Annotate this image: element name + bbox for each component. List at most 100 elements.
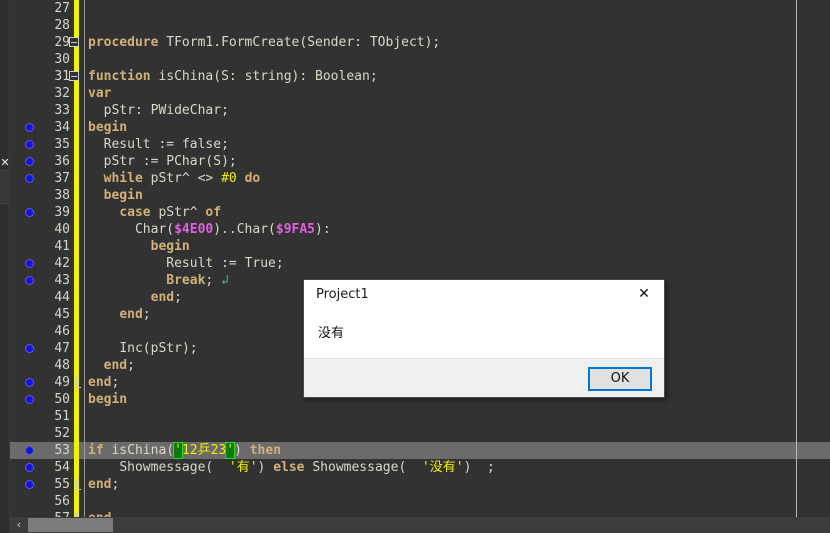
code-line[interactable]: 29procedure TForm1.FormCreate(Sender: TO… [10, 34, 830, 51]
gutter-separator [84, 510, 85, 517]
gutter-separator [84, 425, 85, 442]
modified-line-marker [74, 459, 79, 476]
code-lines-container: 272829procedure TForm1.FormCreate(Sender… [10, 0, 830, 517]
close-icon[interactable]: ✕ [0, 156, 10, 170]
code-line[interactable]: 51 [10, 408, 830, 425]
fold-end-icon [76, 478, 81, 490]
code-line[interactable]: 40 Char($4E00)..Char($9FA5): [10, 221, 830, 238]
line-number: 33 [38, 102, 70, 119]
gutter-separator [84, 323, 85, 340]
code-line[interactable]: 54 Showmessage( '有') else Showmessage( '… [10, 459, 830, 476]
code-line[interactable]: 27 [10, 0, 830, 17]
code-text: end. [88, 510, 119, 517]
breakpoint-dot-icon[interactable] [26, 124, 33, 131]
dialog-title: Project1 [316, 287, 369, 302]
code-line[interactable]: 30 [10, 51, 830, 68]
code-line[interactable]: 52 [10, 425, 830, 442]
breakpoint-dot-icon[interactable] [26, 481, 33, 488]
modified-line-marker [74, 442, 79, 459]
fold-collapse-icon[interactable] [69, 37, 79, 47]
close-icon[interactable]: ✕ [624, 280, 664, 308]
breakpoint-dot-icon[interactable] [26, 260, 33, 267]
code-text: Char($4E00)..Char($9FA5): [88, 221, 331, 238]
left-dock-strip: ✕ [0, 0, 10, 533]
breakpoint-dot-icon[interactable] [26, 447, 33, 454]
code-editor[interactable]: 272829procedure TForm1.FormCreate(Sender… [10, 0, 830, 517]
modified-line-marker [74, 306, 79, 323]
dock-panel-stub[interactable] [0, 170, 10, 204]
code-line[interactable]: 35 Result := false; [10, 136, 830, 153]
horizontal-scrollbar[interactable]: ‹ [10, 517, 830, 533]
dialog-body: 没有 [304, 308, 664, 358]
gutter-separator [84, 442, 85, 459]
code-text: begin [88, 187, 143, 204]
line-number: 35 [38, 136, 70, 153]
code-text: Inc(pStr); [88, 340, 198, 357]
code-text: Result := True; [88, 255, 284, 272]
code-line[interactable]: 37 while pStr^ <> #0 do [10, 170, 830, 187]
modified-line-marker [74, 272, 79, 289]
breakpoint-dot-icon[interactable] [26, 141, 33, 148]
code-line[interactable]: 36 pStr := PChar(S); [10, 153, 830, 170]
gutter-separator [84, 17, 85, 34]
breakpoint-dot-icon[interactable] [26, 345, 33, 352]
scroll-left-arrow-icon[interactable]: ‹ [12, 517, 26, 533]
right-margin-guide [796, 0, 797, 517]
line-number: 37 [38, 170, 70, 187]
gutter-separator [84, 0, 85, 17]
message-dialog[interactable]: Project1 ✕ 没有 OK [303, 279, 665, 398]
line-number: 30 [38, 51, 70, 68]
gutter-separator [84, 136, 85, 153]
breakpoint-dot-icon[interactable] [26, 158, 33, 165]
gutter-separator [84, 68, 85, 85]
code-line[interactable]: 53if isChina('12乒23') then [10, 442, 830, 459]
code-text: end; [88, 476, 119, 493]
modified-line-marker [74, 153, 79, 170]
breakpoint-dot-icon[interactable] [26, 209, 33, 216]
gutter-separator [84, 476, 85, 493]
code-line[interactable]: 31function isChina(S: string): Boolean; [10, 68, 830, 85]
gutter-separator [84, 340, 85, 357]
code-line[interactable]: 39 case pStr^ of [10, 204, 830, 221]
breakpoint-dot-icon[interactable] [26, 175, 33, 182]
breakpoint-dot-icon[interactable] [26, 464, 33, 471]
code-line[interactable]: 32var [10, 85, 830, 102]
code-line[interactable]: 33 pStr: PWideChar; [10, 102, 830, 119]
gutter-separator [84, 238, 85, 255]
code-text: pStr := PChar(S); [88, 153, 237, 170]
application-window: ✕ 272829procedure TForm1.FormCreate(Send… [0, 0, 830, 533]
code-line[interactable]: 42 Result := True; [10, 255, 830, 272]
dialog-footer: OK [304, 358, 664, 397]
gutter-separator [84, 51, 85, 68]
line-number: 55 [38, 476, 70, 493]
code-line[interactable]: 55 end; [10, 476, 830, 493]
code-line[interactable]: 34begin [10, 119, 830, 136]
breakpoint-dot-icon[interactable] [26, 396, 33, 403]
scrollbar-thumb[interactable] [28, 518, 113, 532]
gutter-separator [84, 306, 85, 323]
modified-line-marker [74, 391, 79, 408]
modified-line-marker [74, 238, 79, 255]
code-line[interactable]: 28 [10, 17, 830, 34]
gutter-separator [84, 85, 85, 102]
code-line[interactable]: 57end. [10, 510, 830, 517]
code-line[interactable]: 41 begin [10, 238, 830, 255]
breakpoint-dot-icon[interactable] [26, 277, 33, 284]
ok-button[interactable]: OK [588, 367, 652, 391]
line-number: 48 [38, 357, 70, 374]
code-text: Showmessage( '有') else Showmessage( '没有'… [88, 459, 495, 476]
breakpoint-dot-icon[interactable] [26, 379, 33, 386]
code-line[interactable]: 56 [10, 493, 830, 510]
gutter-separator [84, 357, 85, 374]
gutter-separator [84, 374, 85, 391]
gutter-separator [84, 153, 85, 170]
code-text: case pStr^ of [88, 204, 221, 221]
line-number: 39 [38, 204, 70, 221]
modified-line-marker [74, 289, 79, 306]
code-line[interactable]: 38 begin [10, 187, 830, 204]
line-number: 54 [38, 459, 70, 476]
line-number: 31 [38, 68, 70, 85]
modified-line-marker [74, 119, 79, 136]
fold-collapse-icon[interactable] [69, 71, 79, 81]
line-number: 28 [38, 17, 70, 34]
